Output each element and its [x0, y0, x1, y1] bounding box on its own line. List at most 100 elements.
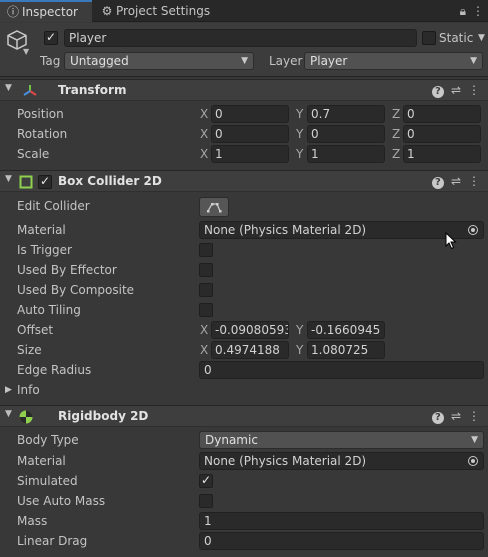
rotation-y-field[interactable]: 0: [307, 125, 385, 143]
info-foldout-label[interactable]: Info: [17, 381, 40, 399]
edit-collider-label: Edit Collider: [17, 199, 90, 213]
rotation-z-field[interactable]: 0: [403, 125, 481, 143]
transform-title: Transform: [58, 83, 127, 97]
active-toggle[interactable]: [44, 30, 58, 45]
foldout-arrow-icon[interactable]: ▼: [5, 83, 12, 93]
edge-radius-field[interactable]: 0: [199, 361, 484, 379]
position-y-field[interactable]: 0.7: [307, 105, 385, 123]
box-collider-header[interactable]: ▼ Box Collider 2D ? ⇌ ⋮: [0, 170, 488, 192]
used-by-composite-label: Used By Composite: [17, 283, 135, 297]
rigidbody-material-field[interactable]: None (Physics Material 2D): [199, 452, 484, 470]
presets-icon[interactable]: ⇌: [451, 80, 461, 101]
scale-x-field[interactable]: 1: [211, 145, 289, 163]
size-x-axis[interactable]: X: [200, 341, 208, 359]
rigidbody-header[interactable]: ▼ Rigidbody 2D ? ⇌ ⋮: [0, 405, 488, 427]
tag-value: Untagged: [70, 54, 129, 68]
object-picker-icon[interactable]: [468, 456, 478, 466]
box-collider-icon: [19, 175, 33, 189]
icon-dropdown-caret-icon[interactable]: ▼: [23, 47, 29, 56]
position-z-axis[interactable]: Z: [392, 105, 400, 123]
more-options-icon[interactable]: ⋮: [468, 406, 480, 427]
size-y-axis[interactable]: Y: [296, 341, 303, 359]
position-x-field[interactable]: 0: [211, 105, 289, 123]
rigidbody-title: Rigidbody 2D: [58, 409, 149, 423]
box-collider-enabled-toggle[interactable]: [38, 174, 52, 189]
mass-field[interactable]: 1: [199, 512, 484, 530]
used-by-composite-checkbox[interactable]: [199, 283, 213, 297]
rotation-x-axis[interactable]: X: [200, 125, 208, 143]
tab-bar-actions: 🔒︎ ⋮: [454, 0, 484, 22]
scale-y-axis[interactable]: Y: [296, 145, 303, 163]
rotation-z-axis[interactable]: Z: [392, 125, 400, 143]
is-trigger-label: Is Trigger: [17, 243, 72, 257]
rotation-x-field[interactable]: 0: [211, 125, 289, 143]
lock-icon[interactable]: 🔒︎: [460, 4, 466, 18]
position-z-field[interactable]: 0: [403, 105, 481, 123]
collider-material-value: None (Physics Material 2D): [204, 223, 367, 237]
body-type-label: Body Type: [17, 433, 79, 447]
scale-y-field[interactable]: 1: [307, 145, 385, 163]
use-auto-mass-label: Use Auto Mass: [17, 494, 106, 508]
chevron-down-icon: ▼: [241, 56, 248, 66]
linear-drag-field[interactable]: 0: [199, 532, 484, 550]
offset-x-axis[interactable]: X: [200, 321, 208, 339]
chevron-down-icon: ▼: [470, 56, 477, 66]
rigidbody-material-value: None (Physics Material 2D): [204, 454, 367, 468]
offset-y-field[interactable]: -0.1660945: [307, 321, 385, 339]
mouse-cursor-icon: [445, 232, 457, 250]
object-picker-icon[interactable]: [468, 225, 478, 235]
static-toggle[interactable]: [422, 31, 436, 45]
rigidbody-icon: [19, 410, 33, 424]
tab-inspector[interactable]: ⓘ Inspector: [0, 0, 92, 22]
simulated-checkbox[interactable]: [199, 473, 213, 488]
foldout-arrow-icon[interactable]: ▼: [5, 409, 12, 419]
size-y-field[interactable]: 1.080725: [307, 341, 385, 359]
use-auto-mass-checkbox[interactable]: [199, 494, 213, 508]
presets-icon[interactable]: ⇌: [451, 406, 461, 427]
static-label: Static: [439, 31, 474, 45]
tab-project-settings[interactable]: ⚙ Project Settings: [94, 0, 224, 22]
tag-label: Tag: [40, 54, 61, 68]
scale-z-axis[interactable]: Z: [392, 145, 400, 163]
position-x-axis[interactable]: X: [200, 105, 208, 123]
scale-x-axis[interactable]: X: [200, 145, 208, 163]
edit-collider-button[interactable]: [199, 197, 229, 217]
rotation-label: Rotation: [17, 127, 68, 141]
body-type-value: Dynamic: [205, 433, 258, 447]
tag-dropdown[interactable]: Untagged ▼: [64, 52, 254, 70]
linear-drag-label: Linear Drag: [17, 534, 88, 548]
object-name-field[interactable]: Player: [64, 29, 417, 47]
auto-tiling-checkbox[interactable]: [199, 303, 213, 317]
edit-shape-icon: [207, 203, 222, 213]
info-foldout-arrow-icon[interactable]: ▶: [5, 381, 12, 399]
layer-dropdown[interactable]: Player ▼: [304, 52, 483, 70]
box-collider-title: Box Collider 2D: [58, 174, 162, 188]
offset-y-axis[interactable]: Y: [296, 321, 303, 339]
foldout-arrow-icon[interactable]: ▼: [5, 174, 12, 184]
offset-x-field[interactable]: -0.09080593: [211, 321, 289, 339]
position-y-axis[interactable]: Y: [296, 105, 303, 123]
window-tab-bar: ⓘ Inspector ⚙ Project Settings 🔒︎ ⋮: [0, 0, 488, 22]
simulated-label: Simulated: [17, 474, 78, 488]
is-trigger-checkbox[interactable]: [199, 243, 213, 257]
static-dropdown-caret-icon[interactable]: ▼: [478, 29, 485, 47]
collider-material-field[interactable]: None (Physics Material 2D): [199, 221, 484, 239]
more-options-icon[interactable]: ⋮: [472, 4, 484, 18]
presets-icon[interactable]: ⇌: [451, 171, 461, 192]
help-icon[interactable]: ?: [431, 177, 444, 189]
transform-axes-icon: [23, 85, 37, 96]
offset-label: Offset: [17, 323, 54, 337]
rigidbody-header-actions: ? ⇌ ⋮: [425, 406, 480, 427]
size-x-field[interactable]: 0.4974188: [211, 341, 289, 359]
more-options-icon[interactable]: ⋮: [468, 80, 480, 101]
used-by-effector-checkbox[interactable]: [199, 263, 213, 277]
more-options-icon[interactable]: ⋮: [468, 171, 480, 192]
scale-z-field[interactable]: 1: [403, 145, 481, 163]
help-icon[interactable]: ?: [431, 412, 444, 424]
position-label: Position: [17, 107, 64, 121]
edge-radius-label: Edge Radius: [17, 363, 92, 377]
transform-header[interactable]: ▼ Transform ? ⇌ ⋮: [0, 79, 488, 101]
rotation-y-axis[interactable]: Y: [296, 125, 303, 143]
help-icon[interactable]: ?: [431, 86, 444, 98]
body-type-dropdown[interactable]: Dynamic ▼: [199, 431, 484, 449]
